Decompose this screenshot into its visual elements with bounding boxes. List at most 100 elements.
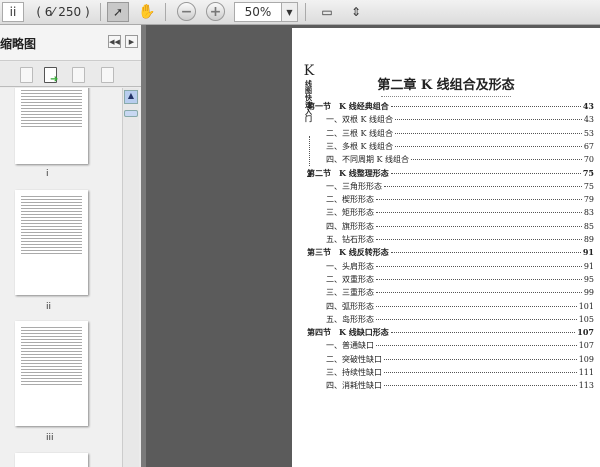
toc-label: 一、双根 K 线组合	[326, 115, 394, 125]
select-tool-icon[interactable]: ➚	[107, 2, 129, 22]
scroll-thumb[interactable]	[124, 110, 138, 117]
toc-leader	[411, 159, 582, 161]
toc-label: 二、三根 K 线组合	[326, 128, 394, 138]
toc-label: 第四节 K 线缺口形态	[307, 327, 389, 338]
toc-leader	[384, 385, 577, 387]
toc-entry[interactable]: 三、三重形态 99	[326, 287, 594, 299]
document-page: K 线图快速入门 2 第二章 K 线组合及形态 第一节 K 线经典组合 43 一、双…	[292, 28, 600, 467]
toc-entry[interactable]: 第四节 K 线缺口形态 107	[307, 327, 594, 339]
toc-page: 83	[583, 208, 594, 218]
toc-leader	[390, 332, 576, 334]
toc-entry[interactable]: 四、旗形形态 85	[326, 221, 594, 233]
toc-leader	[376, 278, 582, 280]
scroll-up-icon[interactable]: ▲	[124, 90, 138, 104]
toc-leader	[384, 185, 582, 187]
thumbnails-panel: 缩略图 ◀◀ ▶ ➜ i ii iii ▲	[0, 25, 141, 467]
hand-tool-icon[interactable]: ✋	[136, 2, 158, 22]
toc-page: 89	[583, 235, 594, 244]
toc-page: 67	[583, 141, 594, 151]
toc-label: 一、三角形形态	[326, 181, 382, 191]
toc-entry[interactable]: 四、消耗性缺口 113	[326, 380, 594, 392]
toc-label: 四、旗形形态	[326, 221, 374, 231]
toc-label: 四、消耗性缺口	[326, 381, 382, 391]
panel-splitter[interactable]	[141, 25, 146, 467]
toc-page: 91	[583, 261, 594, 271]
toc-leader	[376, 212, 582, 214]
toc-entry[interactable]: 五、钻石形态 89	[326, 234, 594, 246]
page-number-input[interactable]: ii	[2, 2, 24, 22]
toc-page: 53	[583, 128, 594, 138]
toc-entry[interactable]: 四、弧形形态 101	[326, 301, 594, 313]
toc-page: 109	[578, 354, 594, 364]
fit-page-icon[interactable]: ▭	[318, 2, 336, 22]
toc-page: 75	[583, 181, 594, 191]
zoom-input[interactable]: 50%	[234, 2, 282, 22]
page-thumbnail[interactable]	[15, 321, 88, 426]
panel-toolbar: ➜	[0, 62, 141, 87]
toc-entry[interactable]: 三、矩形形态 83	[326, 207, 594, 219]
delete-page-icon[interactable]	[20, 67, 33, 83]
rotate-icon[interactable]	[72, 67, 85, 83]
separator	[100, 3, 101, 21]
thumbnail-label: i	[46, 169, 49, 179]
toc-label: 四、弧形形态	[326, 301, 374, 311]
page-thumbnail[interactable]	[15, 88, 88, 164]
zoom-dropdown-chevron-icon[interactable]: ▼	[281, 2, 298, 22]
separator	[165, 3, 166, 21]
toc-leader	[384, 358, 577, 360]
options-icon[interactable]: ▶	[125, 35, 138, 48]
toc-page: 70	[583, 155, 594, 165]
toc-page: 43	[582, 101, 594, 111]
toc-leader	[395, 132, 582, 134]
toc-entry[interactable]: 三、持续性缺口 111	[326, 367, 594, 379]
fit-width-icon[interactable]: ⇕	[347, 2, 365, 22]
toc-entry[interactable]: 第一节 K 线经典组合 43	[307, 101, 594, 113]
toc-page: 105	[578, 314, 594, 324]
toc-entry[interactable]: 一、头肩形态 91	[326, 261, 594, 273]
toc-page: 113	[578, 381, 594, 391]
toc-entry[interactable]: 第三节 K 线反转形态 91	[307, 247, 594, 259]
toc-entry[interactable]: 二、三根 K 线组合 53	[326, 128, 594, 140]
toc-page: 95	[583, 274, 594, 284]
toc-label: 三、多根 K 线组合	[326, 141, 394, 151]
page-thumbnail[interactable]	[15, 453, 88, 467]
toc-label: 第二节 K 线整理形态	[307, 167, 389, 178]
toc-page: 101	[578, 301, 594, 311]
print-pages-icon[interactable]	[101, 67, 114, 83]
toc-entry[interactable]: 二、双重形态 95	[326, 274, 594, 286]
toc-leader	[376, 305, 577, 307]
toc-entry[interactable]: 一、普通缺口 107	[326, 340, 594, 352]
toc-label: 一、普通缺口	[326, 341, 374, 351]
chapter-title: 第二章 K 线组合及形态	[292, 74, 600, 97]
toc-entry[interactable]: 二、突破性缺口 109	[326, 354, 594, 366]
zoom-in-icon[interactable]: +	[206, 2, 225, 21]
toc-leader	[390, 106, 581, 107]
toc-leader	[376, 292, 582, 294]
insert-page-icon[interactable]: ➜	[44, 67, 58, 85]
thumbnail-scrollbar[interactable]: ▲	[122, 88, 139, 467]
toc-label: 二、突破性缺口	[326, 354, 382, 364]
toc-entry[interactable]: 五、岛形形态 105	[326, 314, 594, 326]
toc-entry[interactable]: 三、多根 K 线组合 67	[326, 141, 594, 153]
collapse-icon[interactable]: ◀◀	[108, 35, 121, 48]
thumbnail-label: ii	[46, 302, 52, 312]
toolbar: ii ( 6⁄ 250 ) ➚ ✋ − + 50% ▼ ▭ ⇕	[0, 0, 600, 25]
toc-entry[interactable]: 第二节 K 线整理形态 75	[307, 168, 594, 180]
toc-entry[interactable]: 一、双根 K 线组合 43	[326, 114, 594, 126]
toc-label: 三、持续性缺口	[326, 368, 382, 377]
page-count: ( 6⁄ 250 )	[36, 5, 90, 19]
toc-page: 75	[582, 167, 594, 178]
toc-page: 79	[583, 195, 594, 205]
zoom-out-icon[interactable]: −	[177, 2, 196, 21]
toc-leader	[384, 372, 577, 373]
toc-page: 107	[577, 327, 594, 338]
toc-label: 第一节 K 线经典组合	[307, 101, 389, 111]
toc-leader	[395, 119, 582, 121]
toc-leader	[376, 239, 582, 240]
page-thumbnail[interactable]	[15, 190, 88, 295]
toc-entry[interactable]: 四、不同周期 K 线组合 70	[326, 154, 594, 166]
toc-entry[interactable]: 一、三角形形态 75	[326, 181, 594, 193]
toc-entry[interactable]: 二、楔形形态 79	[326, 194, 594, 206]
toc-page: 99	[583, 288, 594, 298]
toc-leader	[390, 252, 581, 254]
